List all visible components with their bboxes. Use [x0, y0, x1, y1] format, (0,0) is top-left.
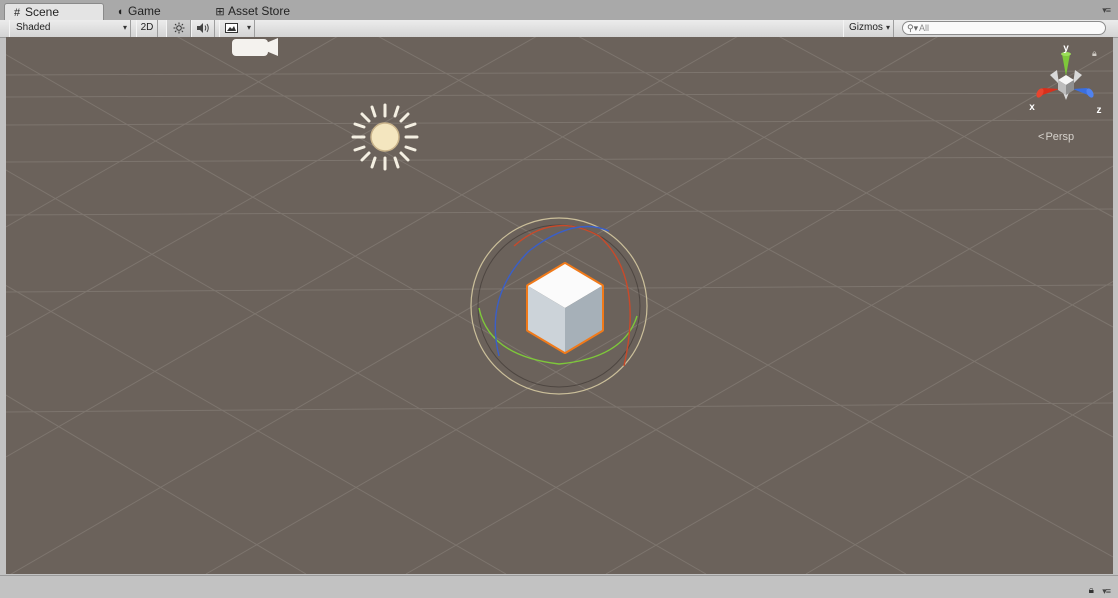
scene-search-field[interactable]: ⚲▾	[902, 21, 1106, 35]
pacman-icon: ◖	[116, 6, 124, 18]
tab-game-label: Game	[128, 4, 161, 18]
shading-mode-label: Shaded	[16, 22, 51, 33]
projection-toggle[interactable]: <Persp	[1038, 131, 1074, 143]
image-icon	[225, 23, 238, 33]
projection-label: Persp	[1045, 131, 1075, 143]
toggle-2d-button[interactable]: 2D	[136, 20, 158, 37]
rotation-gizmo[interactable]	[459, 206, 659, 406]
bottom-bar: 🔒︎ ▾≡	[0, 575, 1118, 598]
speaker-icon	[197, 23, 209, 33]
orientation-gizmo[interactable]: y x z	[1023, 42, 1103, 122]
tab-bar: # Scene ◖ Game ⊞ Asset Store ▾≡	[0, 0, 1118, 21]
axis-y-label: y	[1063, 43, 1069, 54]
scene-toolbar: Shaded ▾ 2D ▾ Gizmos ▾ ⚲▾ All	[0, 20, 1118, 38]
tab-scene-label: Scene	[25, 5, 60, 19]
sun-icon	[173, 22, 184, 34]
directional-light-icon[interactable]	[350, 102, 420, 172]
gizmos-dropdown[interactable]: Gizmos ▾	[843, 20, 894, 37]
axis-z-label: z	[1097, 105, 1102, 116]
toggle-2d-label: 2D	[140, 22, 154, 33]
camera-icon[interactable]	[228, 37, 284, 61]
scene-lighting-toggle[interactable]	[166, 20, 191, 37]
chevron-down-icon: ▾	[122, 23, 127, 32]
panel-menu-icon[interactable]: ▾≡	[1102, 586, 1111, 597]
lock-icon[interactable]: 🔒︎	[1089, 585, 1094, 596]
tab-menu-icon[interactable]: ▾≡	[1102, 5, 1111, 16]
perspective-icon: <	[1038, 131, 1045, 143]
scene-audio-toggle[interactable]	[191, 20, 215, 37]
chevron-down-icon: ▾	[246, 23, 251, 32]
axis-x-label: x	[1029, 102, 1035, 113]
shading-mode-dropdown[interactable]: Shaded ▾	[9, 20, 131, 37]
chevron-down-icon: ▾	[885, 23, 890, 32]
tab-game[interactable]: ◖ Game	[108, 3, 208, 20]
tab-asset-store[interactable]: ⊞ Asset Store	[208, 3, 318, 20]
gizmos-label: Gizmos	[849, 22, 883, 33]
lock-icon[interactable]: 🔒︎	[1092, 48, 1097, 59]
search-icon: ⚲▾	[907, 23, 919, 33]
shopping-bag-icon: ⊞	[215, 6, 225, 18]
scene-viewport[interactable]: y x z 🔒︎	[6, 37, 1113, 574]
selected-cube[interactable]	[526, 262, 604, 354]
tab-scene[interactable]: # Scene	[4, 3, 104, 20]
tab-asset-store-label: Asset Store	[228, 4, 291, 18]
search-input[interactable]	[919, 22, 1099, 34]
scene-effects-dropdown[interactable]: ▾	[219, 20, 255, 37]
